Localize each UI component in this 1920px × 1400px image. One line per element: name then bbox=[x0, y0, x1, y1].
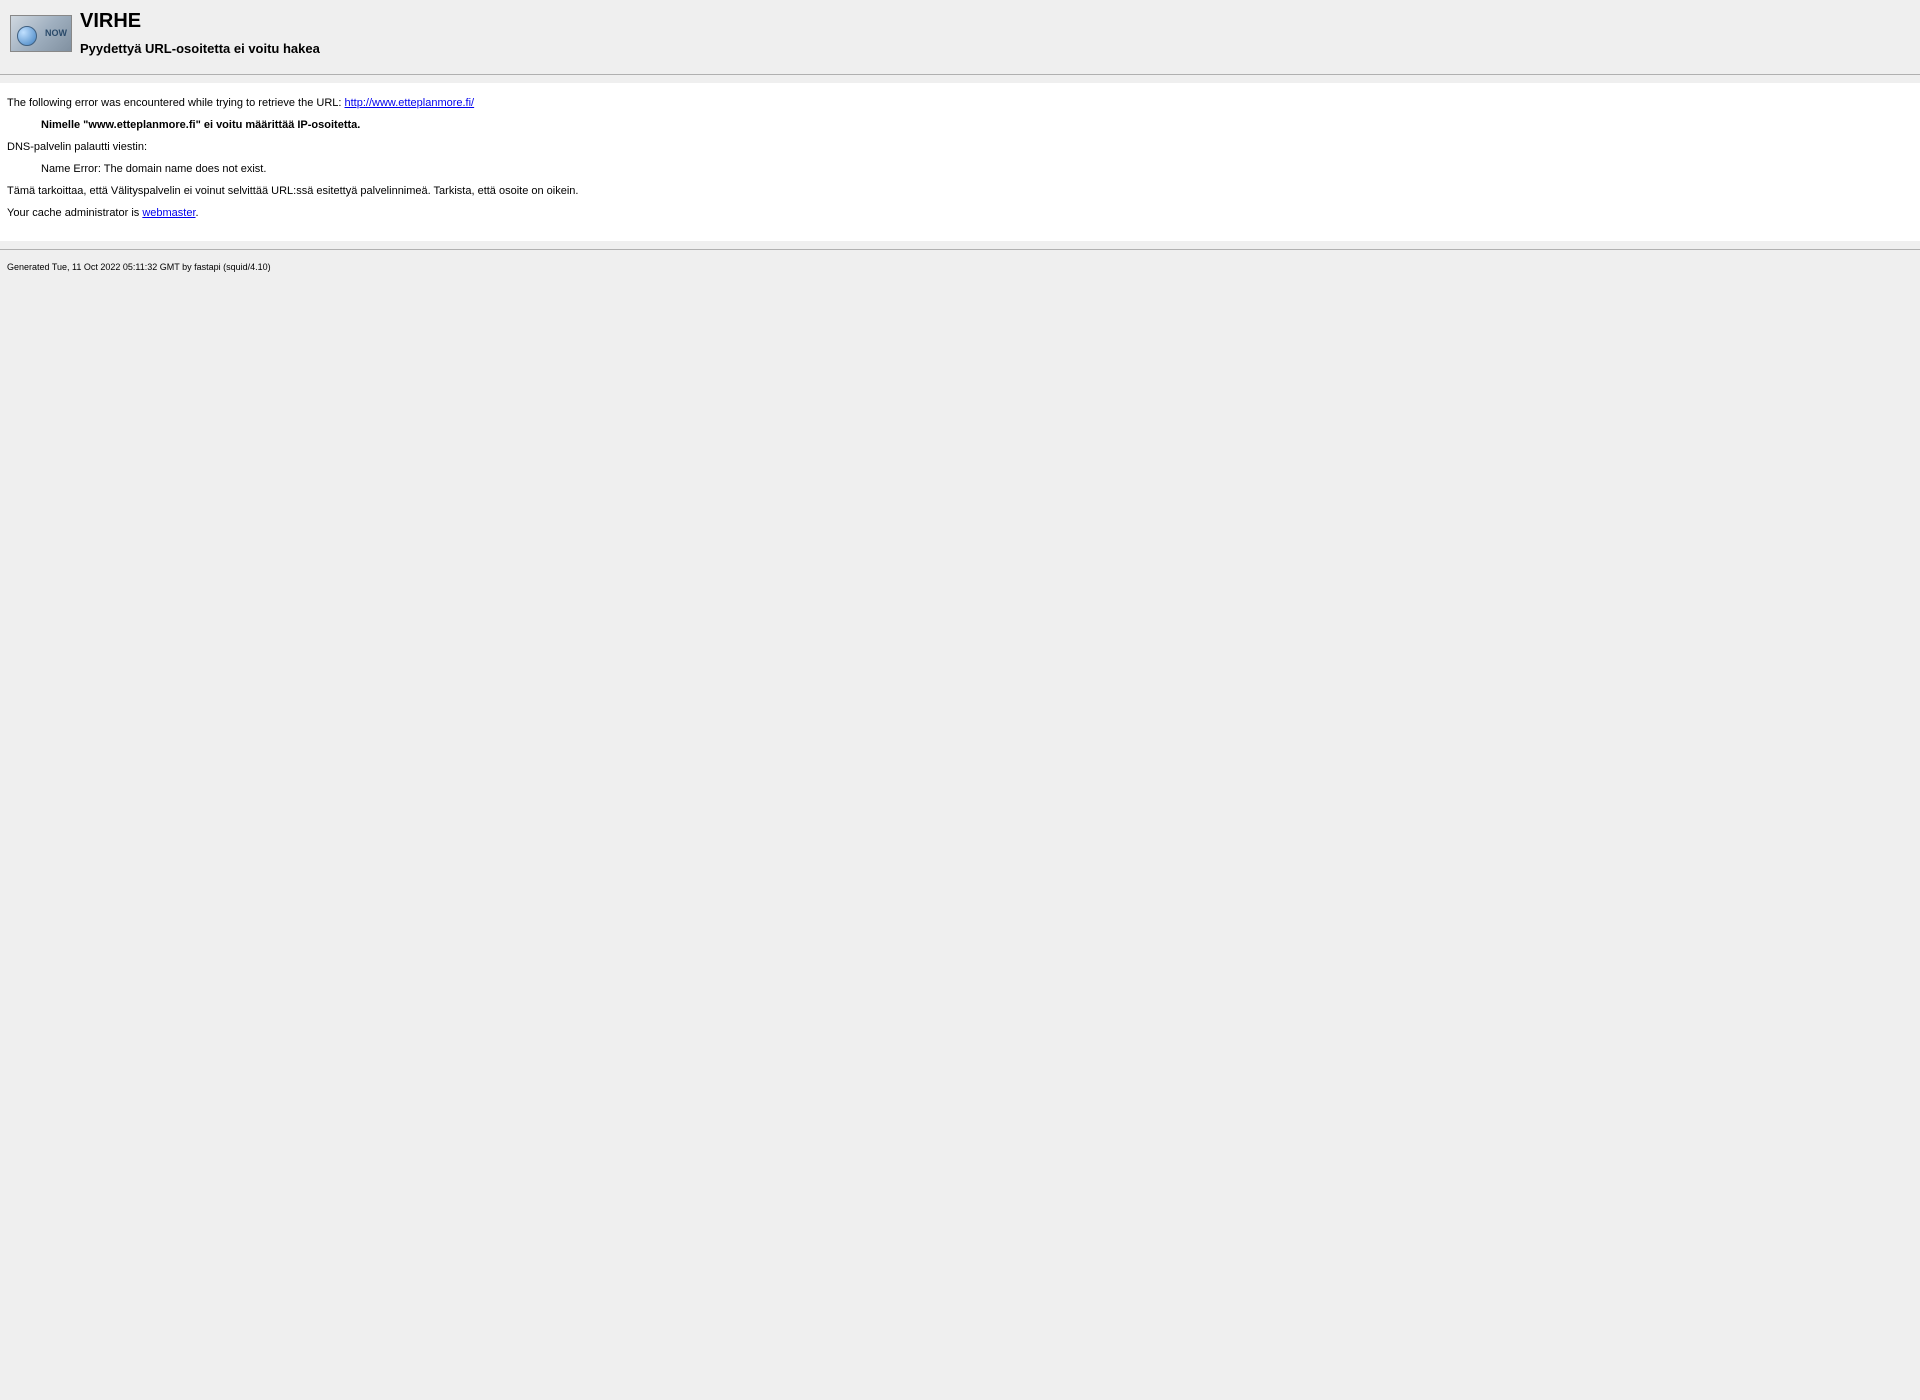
admin-prefix: Your cache administrator is bbox=[7, 207, 142, 219]
failed-url-link[interactable]: http://www.etteplanmore.fi/ bbox=[345, 97, 475, 109]
squid-logo-icon: NOW bbox=[10, 15, 72, 52]
explanation-text: Tämä tarkoittaa, että Välityspalvelin ei… bbox=[7, 185, 1913, 197]
dns-label: DNS-palvelin palautti viestin: bbox=[7, 141, 1913, 153]
logo-text: NOW bbox=[45, 28, 67, 38]
error-title: VIRHE bbox=[80, 10, 320, 33]
error-message-bold: Nimelle "www.etteplanmore.fi" ei voitu m… bbox=[41, 119, 1913, 131]
intro-paragraph: The following error was encountered whil… bbox=[7, 97, 1913, 109]
admin-paragraph: Your cache administrator is webmaster. bbox=[7, 207, 1913, 219]
error-subtitle: Pyydettyä URL-osoitetta ei voitu hakea bbox=[80, 41, 320, 56]
dns-error-message: Name Error: The domain name does not exi… bbox=[41, 163, 1913, 175]
webmaster-link[interactable]: webmaster bbox=[142, 207, 195, 219]
error-header: NOW VIRHE Pyydettyä URL-osoitetta ei voi… bbox=[0, 0, 1920, 66]
admin-suffix: . bbox=[196, 207, 199, 219]
generated-timestamp: Generated Tue, 11 Oct 2022 05:11:32 GMT … bbox=[7, 262, 271, 272]
footer: Generated Tue, 11 Oct 2022 05:11:32 GMT … bbox=[0, 258, 1920, 276]
divider-top bbox=[0, 74, 1920, 75]
divider-bottom bbox=[0, 249, 1920, 250]
error-content: The following error was encountered whil… bbox=[0, 83, 1920, 241]
intro-text: The following error was encountered whil… bbox=[7, 97, 345, 109]
